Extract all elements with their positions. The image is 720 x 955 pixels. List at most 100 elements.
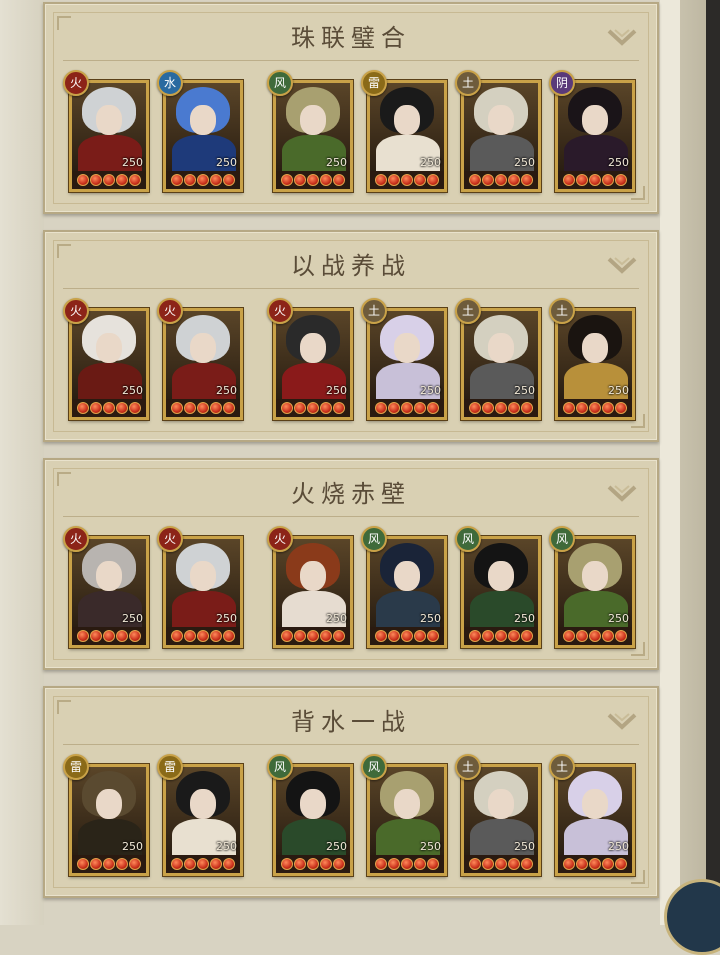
chevron-down-icon[interactable] xyxy=(607,28,637,46)
star-icon xyxy=(427,174,439,186)
star-icon xyxy=(171,630,183,642)
hero-level: 250 xyxy=(326,612,347,625)
hero-face xyxy=(394,105,420,135)
hero-level: 250 xyxy=(514,612,535,625)
star-icon xyxy=(171,402,183,414)
hero-level: 250 xyxy=(514,384,535,397)
star-icon xyxy=(171,858,183,870)
star-rating xyxy=(276,855,350,873)
hero-card[interactable]: 250 xyxy=(461,308,541,420)
hero-level: 250 xyxy=(326,384,347,397)
star-icon xyxy=(103,174,115,186)
hero-card[interactable]: 250 xyxy=(461,764,541,876)
hero-level: 250 xyxy=(420,612,441,625)
element-badge: 土 xyxy=(361,298,387,324)
star-icon xyxy=(375,630,387,642)
hero-card[interactable]: 250 xyxy=(555,764,635,876)
star-rating xyxy=(166,855,240,873)
star-rating xyxy=(72,627,146,645)
hero-card[interactable]: 250 xyxy=(367,308,447,420)
star-icon xyxy=(401,858,413,870)
hero-level: 250 xyxy=(216,156,237,169)
star-icon xyxy=(401,630,413,642)
hero-card[interactable]: 250 xyxy=(273,80,353,192)
hero-level: 250 xyxy=(420,840,441,853)
hero-body xyxy=(282,135,346,175)
hero-card[interactable]: 250 xyxy=(273,536,353,648)
hero-face xyxy=(488,105,514,135)
star-icon xyxy=(482,174,494,186)
hero-card[interactable]: 250 xyxy=(163,80,243,192)
hero-card[interactable]: 250 xyxy=(555,536,635,648)
hero-card[interactable]: 250 xyxy=(69,764,149,876)
element-badge: 风 xyxy=(267,70,293,96)
hero-card[interactable]: 250 xyxy=(555,308,635,420)
background-left xyxy=(0,0,44,925)
hero-body xyxy=(78,819,142,859)
hero-card[interactable]: 250 xyxy=(273,764,353,876)
element-badge: 火 xyxy=(63,526,89,552)
star-icon xyxy=(563,174,575,186)
star-icon xyxy=(197,630,209,642)
hero-card[interactable]: 250 xyxy=(273,308,353,420)
element-badge: 火 xyxy=(267,298,293,324)
star-icon xyxy=(589,402,601,414)
star-icon xyxy=(294,630,306,642)
element-badge: 火 xyxy=(157,298,183,324)
element-badge: 风 xyxy=(361,754,387,780)
combo-panel: 珠联璧合 火 250 水 250 风 250 雷 250 土 250 阴 250 xyxy=(43,2,659,214)
hero-card[interactable]: 250 xyxy=(367,536,447,648)
hero-card[interactable]: 250 xyxy=(461,80,541,192)
hero-card[interactable]: 250 xyxy=(69,80,149,192)
star-icon xyxy=(602,174,614,186)
chevron-down-icon[interactable] xyxy=(607,712,637,730)
star-icon xyxy=(414,630,426,642)
hero-card[interactable]: 250 xyxy=(163,308,243,420)
star-icon xyxy=(388,174,400,186)
star-icon xyxy=(90,402,102,414)
star-rating xyxy=(464,171,538,189)
star-icon xyxy=(320,630,332,642)
hero-level: 250 xyxy=(122,156,143,169)
star-icon xyxy=(103,402,115,414)
star-icon xyxy=(576,174,588,186)
chevron-down-icon[interactable] xyxy=(607,484,637,502)
star-icon xyxy=(589,630,601,642)
hero-card[interactable]: 250 xyxy=(367,764,447,876)
hero-card[interactable]: 250 xyxy=(163,764,243,876)
star-icon xyxy=(615,402,627,414)
star-icon xyxy=(307,630,319,642)
star-icon xyxy=(307,402,319,414)
star-icon xyxy=(469,174,481,186)
star-icon xyxy=(281,858,293,870)
star-icon xyxy=(210,630,222,642)
star-rating xyxy=(166,399,240,417)
hero-body xyxy=(282,819,346,859)
hero-card[interactable]: 250 xyxy=(461,536,541,648)
hero-card[interactable]: 250 xyxy=(163,536,243,648)
star-icon xyxy=(320,402,332,414)
hero-face xyxy=(394,561,420,591)
element-badge: 风 xyxy=(361,526,387,552)
star-icon xyxy=(508,174,520,186)
star-icon xyxy=(469,402,481,414)
hero-card[interactable]: 250 xyxy=(367,80,447,192)
hero-level: 250 xyxy=(326,156,347,169)
hero-body xyxy=(376,819,440,859)
hero-card[interactable]: 250 xyxy=(555,80,635,192)
star-icon xyxy=(184,174,196,186)
star-icon xyxy=(563,630,575,642)
hero-body xyxy=(78,363,142,403)
element-badge: 火 xyxy=(63,70,89,96)
title-divider xyxy=(63,288,639,289)
element-badge: 阴 xyxy=(549,70,575,96)
star-icon xyxy=(563,402,575,414)
chevron-down-icon[interactable] xyxy=(607,256,637,274)
hero-card[interactable]: 250 xyxy=(69,308,149,420)
star-rating xyxy=(276,399,350,417)
hero-card[interactable]: 250 xyxy=(69,536,149,648)
star-icon xyxy=(333,402,345,414)
hero-face xyxy=(96,105,122,135)
star-icon xyxy=(77,630,89,642)
star-icon xyxy=(427,630,439,642)
